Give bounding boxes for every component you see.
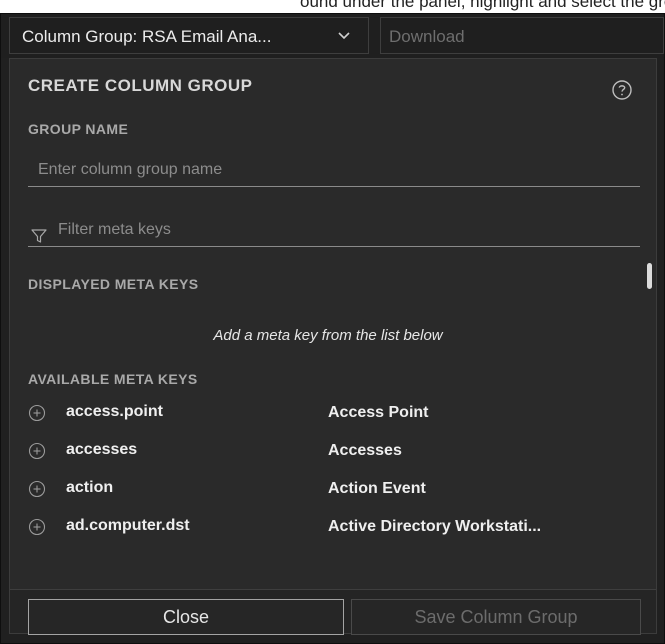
app-window: Column Group: RSA Email Ana... Download … (0, 13, 665, 644)
top-partial-text: ound under the panel, highlight and sele… (0, 0, 665, 14)
displayed-meta-keys-label: DISPLAYED META KEYS (28, 276, 199, 292)
meta-key-row[interactable]: ad.computer.dst Active Directory Worksta… (28, 515, 628, 553)
meta-key-description: Accesses (328, 442, 402, 459)
meta-key-description: Action Event (328, 480, 426, 497)
column-group-dropdown[interactable]: Column Group: RSA Email Ana... (9, 17, 369, 54)
save-column-group-button[interactable]: Save Column Group (351, 599, 641, 635)
download-dropdown[interactable]: Download (380, 17, 664, 54)
download-dropdown-label: Download (389, 27, 465, 46)
meta-key-row[interactable]: access.point Access Point (28, 401, 628, 439)
filter-meta-keys-input[interactable] (28, 213, 640, 247)
toolbar: Column Group: RSA Email Ana... Download (1, 14, 664, 58)
scrollbar-thumb[interactable] (647, 263, 652, 289)
meta-key-row[interactable]: accesses Accesses (28, 439, 628, 477)
panel-footer: Close Save Column Group (10, 590, 656, 635)
meta-key-name: accesses (66, 441, 138, 458)
available-meta-keys-list: access.point Access Point accesses Acces… (28, 401, 628, 553)
meta-key-description: Active Directory Workstati... (328, 518, 542, 535)
add-icon[interactable] (28, 442, 46, 460)
meta-key-description: Access Point (328, 404, 429, 421)
group-name-label: GROUP NAME (28, 121, 129, 137)
chevron-down-icon[interactable] (337, 28, 351, 42)
meta-key-name: ad.computer.dst (66, 517, 190, 534)
close-button[interactable]: Close (28, 599, 344, 635)
add-icon[interactable] (28, 480, 46, 498)
add-icon[interactable] (28, 404, 46, 422)
top-partial-text-content: ound under the panel, highlight and sele… (300, 0, 665, 11)
meta-key-row[interactable]: action Action Event (28, 477, 628, 515)
help-icon[interactable] (611, 79, 633, 101)
meta-key-name: action (66, 479, 114, 496)
available-meta-keys-label: AVAILABLE META KEYS (28, 371, 198, 387)
group-name-input[interactable] (28, 153, 640, 187)
column-group-dropdown-label: Column Group: RSA Email Ana... (22, 27, 272, 46)
create-column-group-panel: CREATE COLUMN GROUP GROUP NAME DISPLAYED… (9, 58, 657, 635)
panel-title: CREATE COLUMN GROUP (28, 76, 253, 95)
add-icon[interactable] (28, 518, 46, 536)
meta-key-name: access.point (66, 403, 163, 420)
displayed-meta-keys-hint: Add a meta key from the list below (213, 327, 443, 344)
